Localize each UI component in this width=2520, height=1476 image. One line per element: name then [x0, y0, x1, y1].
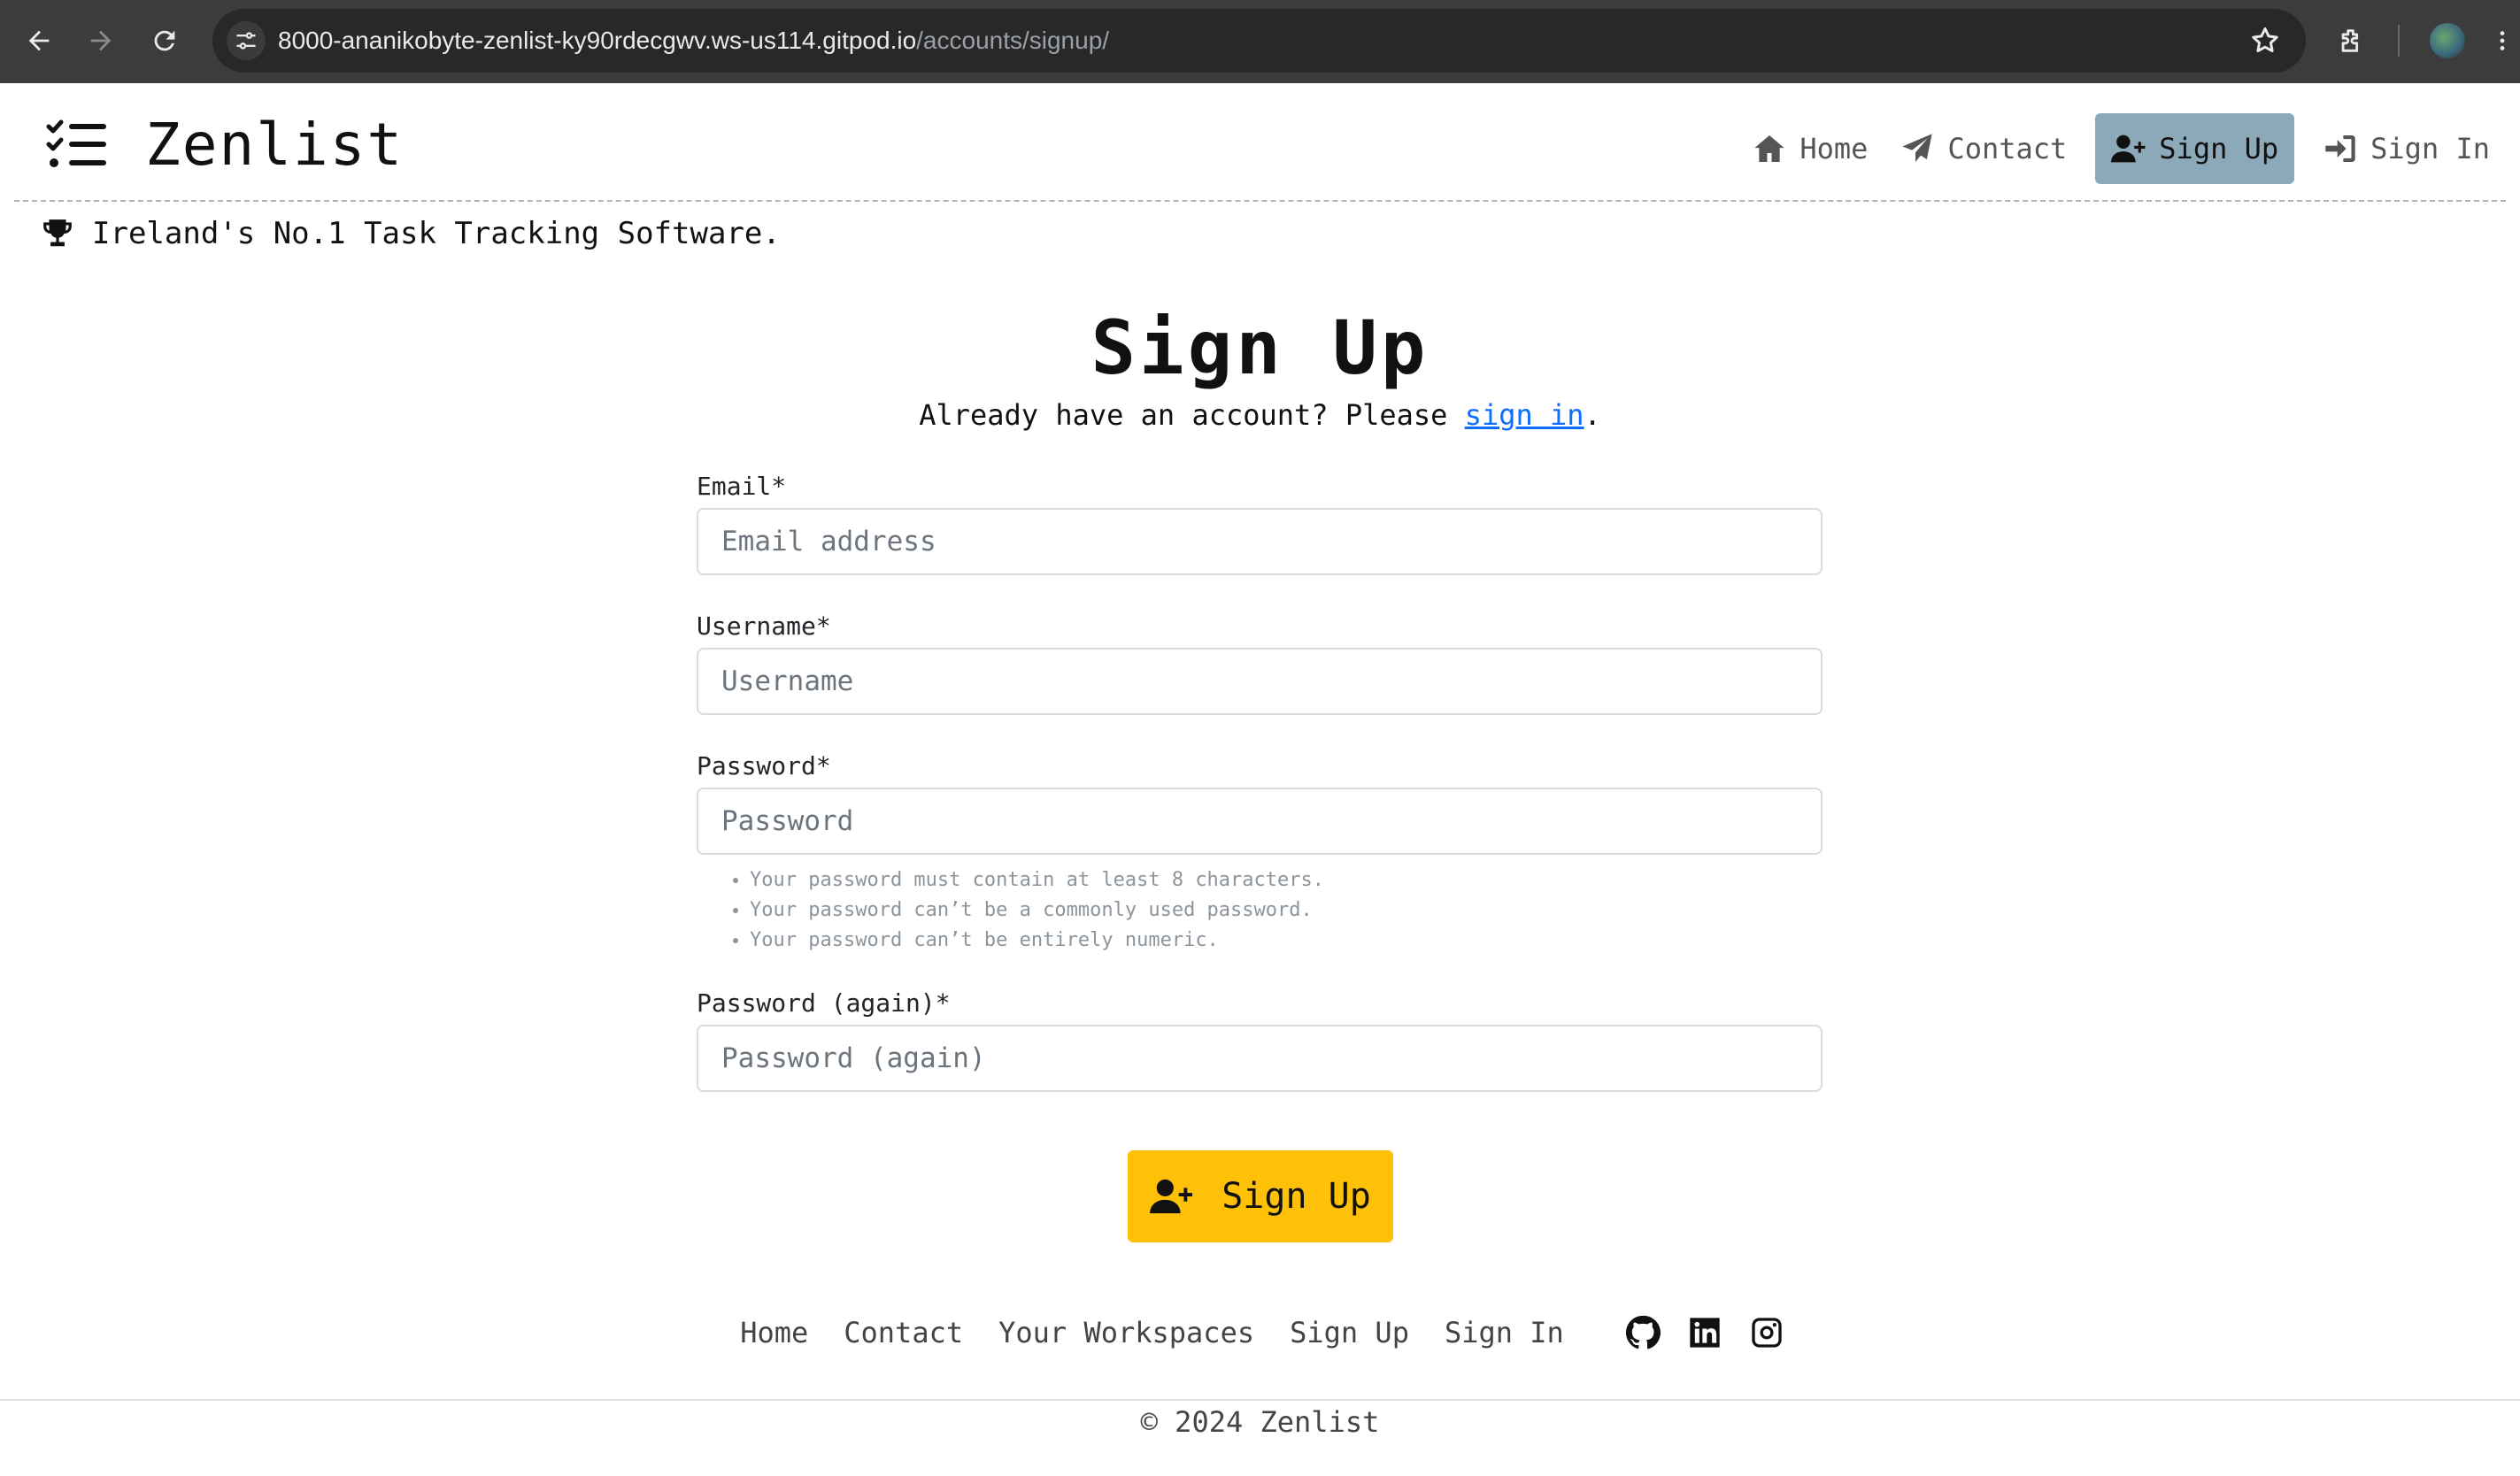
nav-home[interactable]: Home — [1736, 113, 1884, 184]
email-group: Email* — [697, 465, 1823, 575]
paper-plane-icon — [1902, 134, 1933, 162]
tagline-text: Ireland's No.1 Task Tracking Software. — [92, 216, 781, 251]
reload-icon[interactable] — [143, 19, 186, 62]
nav-sign-up[interactable]: Sign Up — [2095, 113, 2295, 184]
address-bar[interactable]: 8000-ananikobyte-zenlist-ky90rdecgwv.ws-… — [212, 9, 2306, 73]
forward-arrow-icon[interactable] — [80, 19, 122, 62]
nav-sign-in-label: Sign In — [2370, 132, 2490, 165]
nav-contact[interactable]: Contact — [1884, 113, 2083, 184]
submit-wrap: Sign Up — [0, 1150, 2520, 1242]
extensions-icon[interactable] — [2331, 19, 2373, 62]
url-host: 8000-ananikobyte-zenlist-ky90rdecgwv.ws-… — [278, 27, 917, 54]
brand[interactable]: Zenlist — [46, 111, 404, 179]
username-field[interactable] — [697, 648, 1823, 715]
site-header: Zenlist Home Contact Sign Up Sign In — [14, 83, 2506, 202]
nav-sign-up-label: Sign Up — [2159, 132, 2279, 165]
user-plus-icon — [2111, 135, 2146, 163]
page-title: Sign Up — [1090, 304, 1430, 391]
sign-up-button[interactable]: Sign Up — [1127, 1150, 1393, 1242]
bookmark-star-icon[interactable] — [2249, 25, 2281, 57]
sign-up-button-label: Sign Up — [1221, 1176, 1371, 1217]
checklist-icon — [46, 119, 106, 167]
password-group: Password* Your password must contain at … — [697, 745, 1823, 956]
home-icon — [1754, 135, 1785, 162]
password-label: Password* — [697, 751, 831, 780]
password-again-group: Password (again)* — [697, 982, 1823, 1092]
more-menu-icon[interactable] — [2489, 19, 2516, 62]
email-label: Email* — [697, 472, 787, 501]
linkedin-icon[interactable] — [1687, 1315, 1722, 1350]
social-links — [1612, 1315, 1798, 1350]
username-label: Username* — [697, 611, 831, 641]
footer-link-home[interactable]: Home — [740, 1316, 808, 1349]
password-again-label: Password (again)* — [697, 988, 951, 1018]
toolbar-divider — [2398, 25, 2400, 57]
signin-prompt-suffix: . — [1584, 398, 1601, 432]
copyright: © 2024 Zenlist — [1140, 1405, 1380, 1439]
profile-avatar-icon[interactable] — [2430, 23, 2465, 58]
password-help-item: Your password must contain at least 8 ch… — [750, 865, 1823, 896]
footer-link-workspaces[interactable]: Your Workspaces — [998, 1316, 1254, 1349]
main-nav: Home Contact Sign Up Sign In — [1736, 113, 2506, 184]
instagram-icon[interactable] — [1749, 1315, 1784, 1350]
nav-home-label: Home — [1799, 132, 1869, 165]
brand-name: Zenlist — [145, 110, 405, 179]
password-field[interactable] — [697, 788, 1823, 855]
sign-in-icon — [2325, 135, 2355, 162]
url-text[interactable]: 8000-ananikobyte-zenlist-ky90rdecgwv.ws-… — [278, 9, 1109, 73]
sign-in-link[interactable]: sign in — [1465, 398, 1584, 432]
footer-divider — [0, 1399, 2520, 1401]
url-path: /accounts/signup/ — [916, 27, 1110, 54]
password-help-list: Your password must contain at least 8 ch… — [697, 865, 1823, 956]
trophy-icon — [43, 219, 72, 247]
back-arrow-icon[interactable] — [18, 19, 60, 62]
username-group: Username* — [697, 605, 1823, 715]
nav-sign-in[interactable]: Sign In — [2307, 113, 2506, 184]
footer-link-sign-in[interactable]: Sign In — [1445, 1316, 1564, 1349]
email-field[interactable] — [697, 508, 1823, 575]
signup-form: Email* Username* Password* Your password… — [697, 465, 1823, 1122]
footer-link-sign-up[interactable]: Sign Up — [1290, 1316, 1409, 1349]
github-icon[interactable] — [1625, 1315, 1661, 1350]
browser-toolbar: 8000-ananikobyte-zenlist-ky90rdecgwv.ws-… — [0, 0, 2520, 83]
site-settings-icon[interactable] — [227, 21, 266, 60]
password-help-item: Your password can’t be a commonly used p… — [750, 896, 1823, 926]
page: Zenlist Home Contact Sign Up Sign In Ire… — [0, 83, 2520, 1476]
tagline: Ireland's No.1 Task Tracking Software. — [41, 216, 781, 251]
signin-prompt: Already have an account? Please sign in. — [0, 398, 2520, 432]
nav-contact-label: Contact — [1947, 132, 2068, 165]
footer-link-contact[interactable]: Contact — [844, 1316, 963, 1349]
footer-nav: Home Contact Your Workspaces Sign Up Sig… — [0, 1315, 2520, 1350]
password-help-item: Your password can’t be entirely numeric. — [750, 926, 1823, 956]
user-plus-icon — [1150, 1179, 1193, 1214]
signin-prompt-text: Already have an account? Please — [919, 398, 1465, 432]
password-again-field[interactable] — [697, 1025, 1823, 1092]
